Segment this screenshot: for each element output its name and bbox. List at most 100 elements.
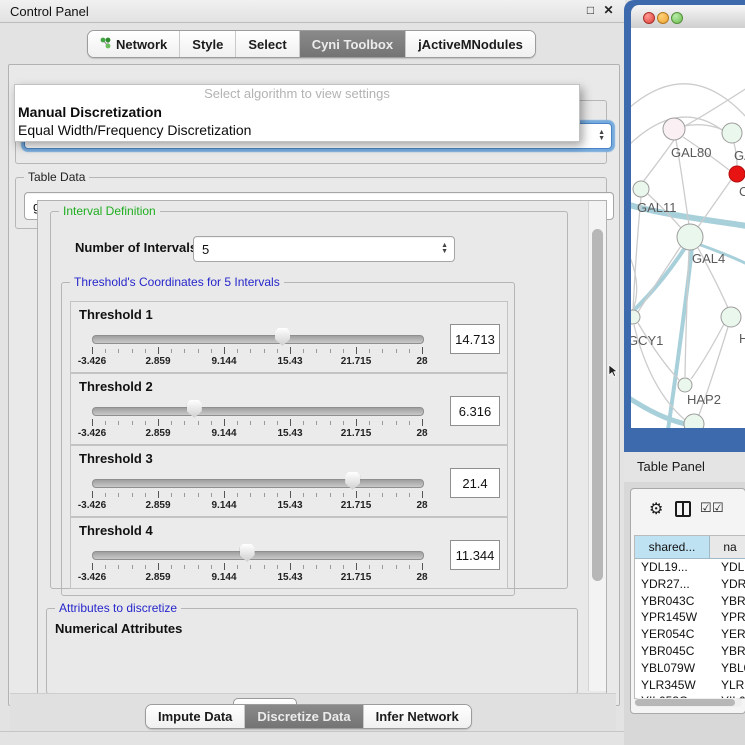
tick-mark: [303, 349, 304, 353]
tick-mark: [145, 421, 146, 425]
network-node-green[interactable]: [631, 310, 640, 324]
tab-impute-data[interactable]: Impute Data: [146, 705, 245, 728]
network-edge[interactable]: [638, 323, 679, 380]
float-window-icon[interactable]: □: [584, 4, 597, 17]
tick-mark: [396, 349, 397, 353]
threshold-value-field[interactable]: 11.344: [450, 540, 500, 570]
tick-mark: [264, 565, 265, 569]
tick-mark: [330, 565, 331, 569]
table-row[interactable]: YLR345WYLR3: [635, 677, 745, 694]
tick-mark: [211, 493, 212, 497]
tab-discretize-data[interactable]: Discretize Data: [245, 705, 363, 728]
tick-mark: [369, 349, 370, 353]
slider-ticks: [92, 563, 422, 571]
table-row[interactable]: YDR27...YDR2: [635, 576, 745, 593]
tick-mark: [171, 565, 172, 569]
tab-jactivemnodules[interactable]: jActiveMNodules: [406, 31, 535, 57]
algorithm-option-manual[interactable]: Manual Discretization: [15, 103, 579, 121]
table-cell: YBL0: [715, 660, 745, 677]
tick-mark: [132, 565, 133, 569]
slider-track[interactable]: [92, 551, 424, 560]
slider-track[interactable]: [92, 335, 424, 344]
table-row[interactable]: YBL079WYBL0: [635, 660, 745, 677]
threshold-value-field[interactable]: 6.316: [450, 396, 500, 426]
combo-stepper-icon: ▲▼: [598, 130, 605, 142]
minimize-traffic-light-icon[interactable]: [657, 12, 669, 24]
checkbox-icon[interactable]: ☑: [700, 500, 712, 516]
tick-mark: [211, 349, 212, 353]
tab-label: Select: [248, 37, 286, 52]
tab-network[interactable]: Network: [88, 31, 180, 57]
network-node-green[interactable]: [722, 123, 742, 143]
settings-vertical-scrollbar[interactable]: [588, 201, 606, 691]
tick-mark: [145, 565, 146, 569]
network-window-titlebar[interactable]: [631, 5, 745, 29]
tick-mark: [330, 421, 331, 425]
tick-mark: [409, 493, 410, 497]
tab-select[interactable]: Select: [236, 31, 299, 57]
table-horizontal-scrollbar[interactable]: [634, 698, 742, 707]
close-traffic-light-icon[interactable]: [643, 12, 655, 24]
tab-label: Cyni Toolbox: [312, 37, 393, 52]
table-cell: YPR145W: [635, 609, 715, 626]
tick-mark: [356, 419, 357, 426]
tab-label: Discretize Data: [257, 709, 350, 724]
network-node-green[interactable]: [633, 181, 649, 197]
tick-mark: [303, 493, 304, 497]
table-row[interactable]: YBR043CYBR0: [635, 593, 745, 610]
tick-mark: [145, 349, 146, 353]
threshold-value-field[interactable]: 21.4: [450, 468, 500, 498]
close-window-icon[interactable]: ✕: [602, 4, 615, 17]
table-cell: YDL19...: [635, 559, 715, 576]
network-node-green[interactable]: [677, 224, 703, 250]
tick-mark: [158, 347, 159, 354]
network-node-green[interactable]: [684, 414, 704, 428]
slider-ticks: [92, 347, 422, 355]
tick-mark: [158, 419, 159, 426]
table-row[interactable]: YDL19...YDL1: [635, 559, 745, 576]
network-canvas[interactable]: GAL80GACGAL11GAL4GCY1HHAP2: [631, 28, 745, 428]
table-row[interactable]: YER054CYER0: [635, 626, 745, 643]
network-edge[interactable]: [638, 246, 681, 312]
gear-icon[interactable]: ⚙: [649, 499, 663, 519]
combo-stepper-icon: ▲▼: [441, 243, 448, 255]
tick-mark: [224, 563, 225, 570]
network-node-pink[interactable]: [663, 118, 685, 140]
tick-mark: [224, 347, 225, 354]
threshold-value-field[interactable]: 14.713: [450, 324, 500, 354]
network-node-green[interactable]: [721, 307, 741, 327]
tab-cyni-toolbox[interactable]: Cyni Toolbox: [300, 31, 406, 57]
slider-track[interactable]: [92, 407, 424, 416]
tab-style[interactable]: Style: [180, 31, 236, 57]
split-panel-icon[interactable]: [675, 501, 691, 517]
table-row[interactable]: YPR145WYPR1: [635, 609, 745, 626]
tick-mark: [303, 565, 304, 569]
table-row[interactable]: YBR045CYBR0: [635, 643, 745, 660]
slider-track[interactable]: [92, 479, 424, 488]
network-edge[interactable]: [643, 140, 674, 182]
tick-mark: [92, 419, 93, 426]
tick-mark: [118, 421, 119, 425]
table-cell: YPR1: [715, 609, 745, 626]
network-node-label: GAL11: [637, 200, 677, 215]
numerical-attributes-label: Numerical Attributes: [55, 621, 182, 636]
tick-label: 21.715: [331, 428, 381, 439]
column-header-1[interactable]: na: [710, 536, 745, 558]
network-node-green[interactable]: [678, 378, 692, 392]
column-header-0[interactable]: shared...: [635, 536, 710, 558]
node-table[interactable]: shared...na YDL19...YDL1YDR27...YDR2YBR0…: [634, 535, 745, 699]
number-of-intervals-combobox[interactable]: 5 ▲▼: [193, 236, 455, 262]
network-edge[interactable]: [691, 324, 724, 379]
zoom-traffic-light-icon[interactable]: [671, 12, 683, 24]
table-cell: YLR345W: [635, 677, 715, 694]
tick-label: 2.859: [133, 572, 183, 583]
tick-mark: [198, 421, 199, 425]
algorithm-option-equal-width[interactable]: Equal Width/Frequency Discretization: [15, 121, 579, 139]
tick-mark: [343, 565, 344, 569]
network-node-red[interactable]: [729, 166, 745, 182]
network-node-label: HAP2: [687, 392, 721, 407]
tick-mark: [396, 493, 397, 497]
checkbox-icon[interactable]: ☑: [712, 500, 724, 516]
tab-infer-network[interactable]: Infer Network: [364, 705, 471, 728]
tick-mark: [330, 349, 331, 353]
